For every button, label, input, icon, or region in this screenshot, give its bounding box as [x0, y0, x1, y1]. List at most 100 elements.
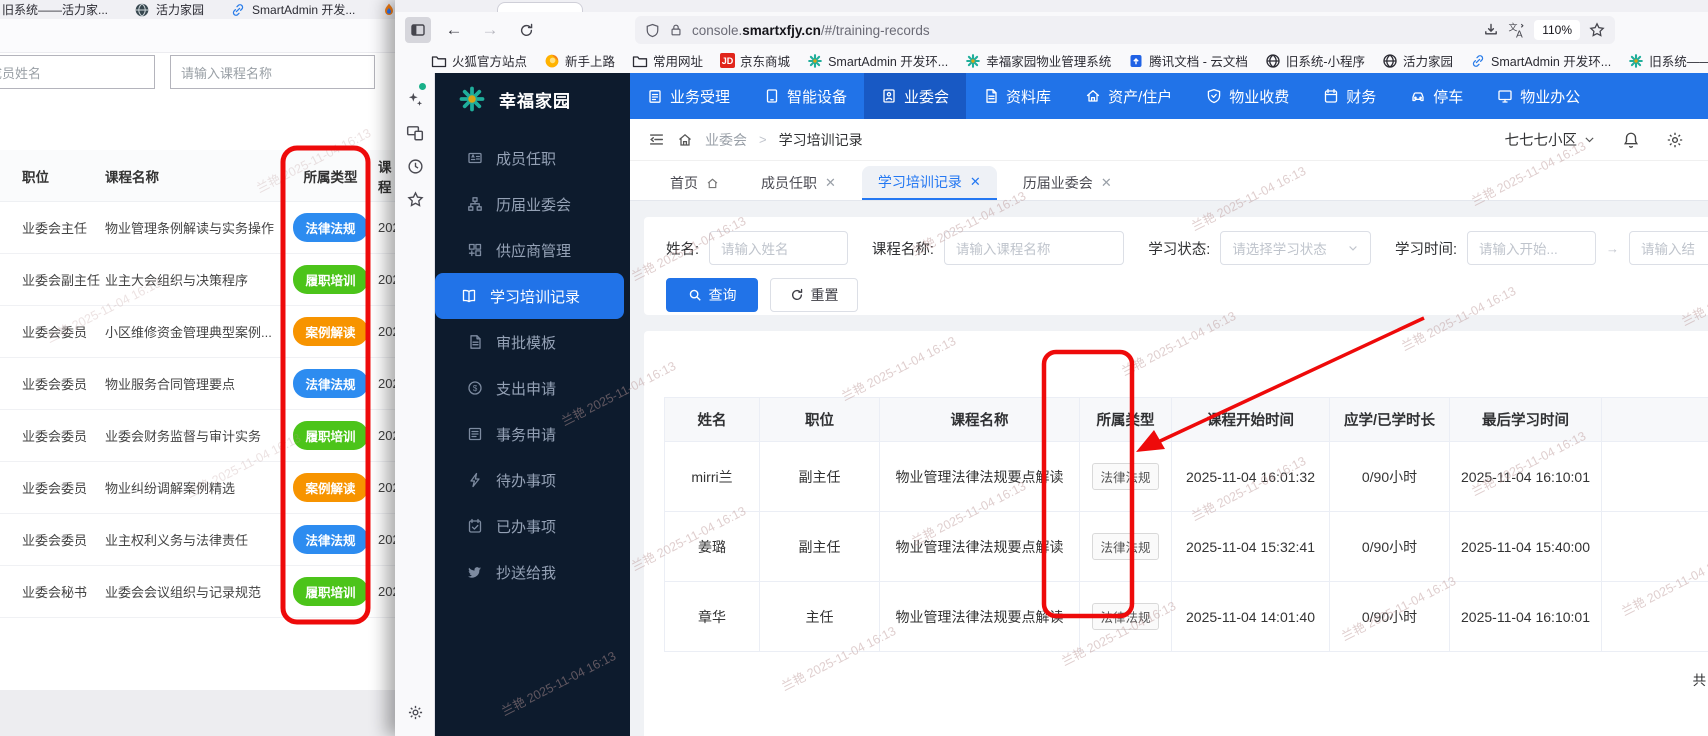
tab-close-icon[interactable]: ✕ — [825, 175, 836, 191]
nav-item-财务[interactable]: 财务 — [1306, 73, 1393, 119]
bookmark-item[interactable]: 腾讯文档 - 云文档 — [1128, 51, 1248, 70]
bookmarks-button[interactable] — [403, 187, 427, 211]
bg-table-row[interactable]: 业委会秘书业委会会议组织与记录规范履职培训2024 — [0, 566, 402, 618]
zoom-level-chip[interactable]: 110% — [1534, 20, 1580, 40]
sidebar-item-成员任职[interactable]: 成员任职 — [435, 135, 630, 181]
back-button[interactable]: ← — [441, 17, 467, 43]
tab-close-icon[interactable]: ✕ — [1101, 175, 1112, 191]
nav-item-资料库[interactable]: 资料库 — [966, 73, 1068, 119]
dollar-icon: $ — [467, 380, 483, 396]
partial-browser-tab[interactable] — [497, 2, 583, 12]
bg-window-tab[interactable]: 旧系统——活力家... — [2, 1, 108, 18]
ai-chat-button[interactable] — [403, 87, 427, 111]
bg-window-tab[interactable]: SmartAdmin 开发... — [230, 1, 355, 18]
breadcrumb-home-icon[interactable] — [677, 132, 693, 148]
bird-icon — [467, 564, 483, 580]
app-logo: 幸福家园 — [435, 73, 630, 125]
download-icon[interactable] — [1483, 22, 1499, 38]
community-name: 七七七小区 — [1504, 133, 1578, 149]
synced-tabs-button[interactable] — [403, 121, 427, 145]
nav-item-业委会[interactable]: 业委会 — [864, 73, 967, 119]
nav-item-停车[interactable]: 停车 — [1393, 73, 1480, 119]
bookmark-star-icon[interactable] — [1589, 22, 1605, 38]
nav-item-物业收费[interactable]: 物业收费 — [1189, 73, 1306, 119]
app-sidebar: 幸福家园 成员任职 历届业委会 供应商管理 学习培训记录 审批模板 $ 支出申请 事务申请 待办… — [435, 73, 630, 736]
breadcrumb-parent[interactable]: 业委会 — [705, 130, 747, 150]
forward-button[interactable]: → — [477, 17, 503, 43]
address-bar[interactable]: console.smartxfjy.cn/#/training-records … — [635, 16, 1615, 44]
sidebar-item-审批模板[interactable]: 审批模板 — [435, 319, 630, 365]
nav-item-物业办公[interactable]: 物业办公 — [1480, 73, 1597, 119]
reload-button[interactable] — [513, 17, 539, 43]
status-filter-select[interactable]: 请选择学习状态 — [1220, 231, 1372, 265]
sidebar-item-已办事项[interactable]: 已办事项 — [435, 503, 630, 549]
member-name-input[interactable]: 成员姓名 — [0, 55, 155, 89]
sidebar-item-待办事项[interactable]: 待办事项 — [435, 457, 630, 503]
time-start-input[interactable]: 请输入开始... — [1467, 231, 1596, 265]
globe-dark-icon — [134, 2, 150, 18]
page-tab-首页[interactable]: 首页 — [654, 166, 735, 200]
reset-button[interactable]: 重置 — [770, 278, 858, 312]
tablet-icon — [764, 88, 780, 104]
titlebar-strip — [395, 0, 1708, 12]
bookmark-item[interactable]: 旧系统-小程序 — [1265, 51, 1365, 70]
bookmark-item[interactable]: 活力家园 — [1382, 51, 1453, 70]
clock-icon — [407, 158, 424, 175]
records-table-row[interactable]: 章华 主任 物业管理法律法规要点解读 法律法规 2025-11-04 14:01:40 0… — [665, 582, 1708, 652]
bookmark-item[interactable]: 幸福家园物业管理系统 — [965, 51, 1111, 70]
type-badge: 案例解读 — [293, 473, 368, 502]
breadcrumb-current: 学习培训记录 — [778, 131, 863, 148]
time-end-input[interactable]: 请输入结 — [1628, 231, 1708, 265]
sidebar-toggle-button[interactable] — [405, 17, 431, 43]
bg-table-row[interactable]: 业委会委员业委会财务监督与审计实务履职培训2024 — [0, 410, 402, 462]
type-badge: 法律法规 — [293, 369, 368, 398]
type-badge: 案例解读 — [293, 317, 368, 346]
bg-table-row[interactable]: 业委会委员业主权利义务与法律责任法律法规2024 — [0, 514, 402, 566]
bg-table-row[interactable]: 业委会副主任业主大会组织与决策程序履职培训2024 — [0, 254, 402, 306]
bg-table-row[interactable]: 业委会委员物业服务合同管理要点法律法规2024 — [0, 358, 402, 410]
course-name-input-bg[interactable]: 请输入课程名称 — [170, 55, 375, 89]
link-icon — [230, 2, 246, 18]
records-table-row[interactable]: mirri兰 副主任 物业管理法律法规要点解读 法律法规 2025-11-04 16:0… — [665, 442, 1708, 512]
nav-item-智能设备[interactable]: 智能设备 — [747, 73, 864, 119]
settings-gear-icon[interactable] — [1666, 131, 1684, 149]
search-button[interactable]: 查询 — [666, 278, 758, 312]
course-filter-input[interactable]: 请输入课程名称 — [943, 231, 1125, 265]
status-filter-label: 学习状态: — [1148, 241, 1211, 258]
name-filter-input[interactable]: 请输入姓名 — [709, 231, 848, 265]
bg-table-row[interactable]: 业委会主任物业管理条例解读与实务操作法律法规2024 — [0, 202, 402, 254]
course-filter-label: 课程名称: — [871, 241, 934, 258]
bookmark-item[interactable]: JD 京东商城 — [720, 51, 790, 70]
breadcrumb-bar: 业委会 > 学习培训记录 七七七小区 — [630, 119, 1708, 161]
bookmark-item[interactable]: 火狐官方站点 — [431, 51, 527, 70]
page-tab-历届业委会[interactable]: 历届业委会 ✕ — [1007, 166, 1128, 200]
sidebar-item-历届业委会[interactable]: 历届业委会 — [435, 181, 630, 227]
sidebar-item-抄送给我[interactable]: 抄送给我 — [435, 549, 630, 595]
svg-text:A: A — [1516, 29, 1523, 39]
strip-settings-button[interactable] — [403, 700, 427, 724]
page-tab-学习培训记录[interactable]: 学习培训记录 ✕ — [861, 166, 997, 200]
shield-icon[interactable] — [645, 23, 660, 38]
lock-icon[interactable] — [669, 23, 683, 37]
bookmark-item[interactable]: SmartAdmin 开发环... — [807, 51, 948, 70]
nav-item-资产/住户[interactable]: 资产/住户 — [1068, 73, 1189, 119]
sidebar-item-事务申请[interactable]: 事务申请 — [435, 411, 630, 457]
history-button[interactable] — [403, 154, 427, 178]
nav-item-业务受理[interactable]: 业务受理 — [630, 73, 747, 119]
bg-window-tab[interactable]: 活力家园 — [134, 1, 204, 18]
page-tab-成员任职[interactable]: 成员任职 ✕ — [745, 166, 852, 200]
bookmark-item[interactable]: 新手上路 — [544, 51, 615, 70]
bookmark-item[interactable]: SmartAdmin 开发环... — [1470, 51, 1611, 70]
tab-close-icon[interactable]: ✕ — [970, 174, 981, 190]
sidebar-item-供应商管理[interactable]: 供应商管理 — [435, 227, 630, 273]
bell-icon[interactable] — [1622, 131, 1640, 149]
tdocs-icon — [1128, 53, 1144, 69]
bookmark-item[interactable]: 常用网址 — [632, 51, 703, 70]
translate-icon[interactable]: 文A — [1508, 22, 1525, 39]
collapse-menu-icon[interactable] — [648, 131, 665, 148]
community-selector[interactable]: 七七七小区 — [1505, 129, 1597, 150]
records-table-row[interactable]: 姜璐 副主任 物业管理法律法规要点解读 法律法规 2025-11-04 15:32:41… — [665, 512, 1708, 582]
bookmark-item[interactable]: 旧系统——活力家园... — [1628, 51, 1708, 70]
sidebar-item-支出申请[interactable]: $ 支出申请 — [435, 365, 630, 411]
sidebar-item-学习培训记录[interactable]: 学习培训记录 — [435, 273, 624, 319]
